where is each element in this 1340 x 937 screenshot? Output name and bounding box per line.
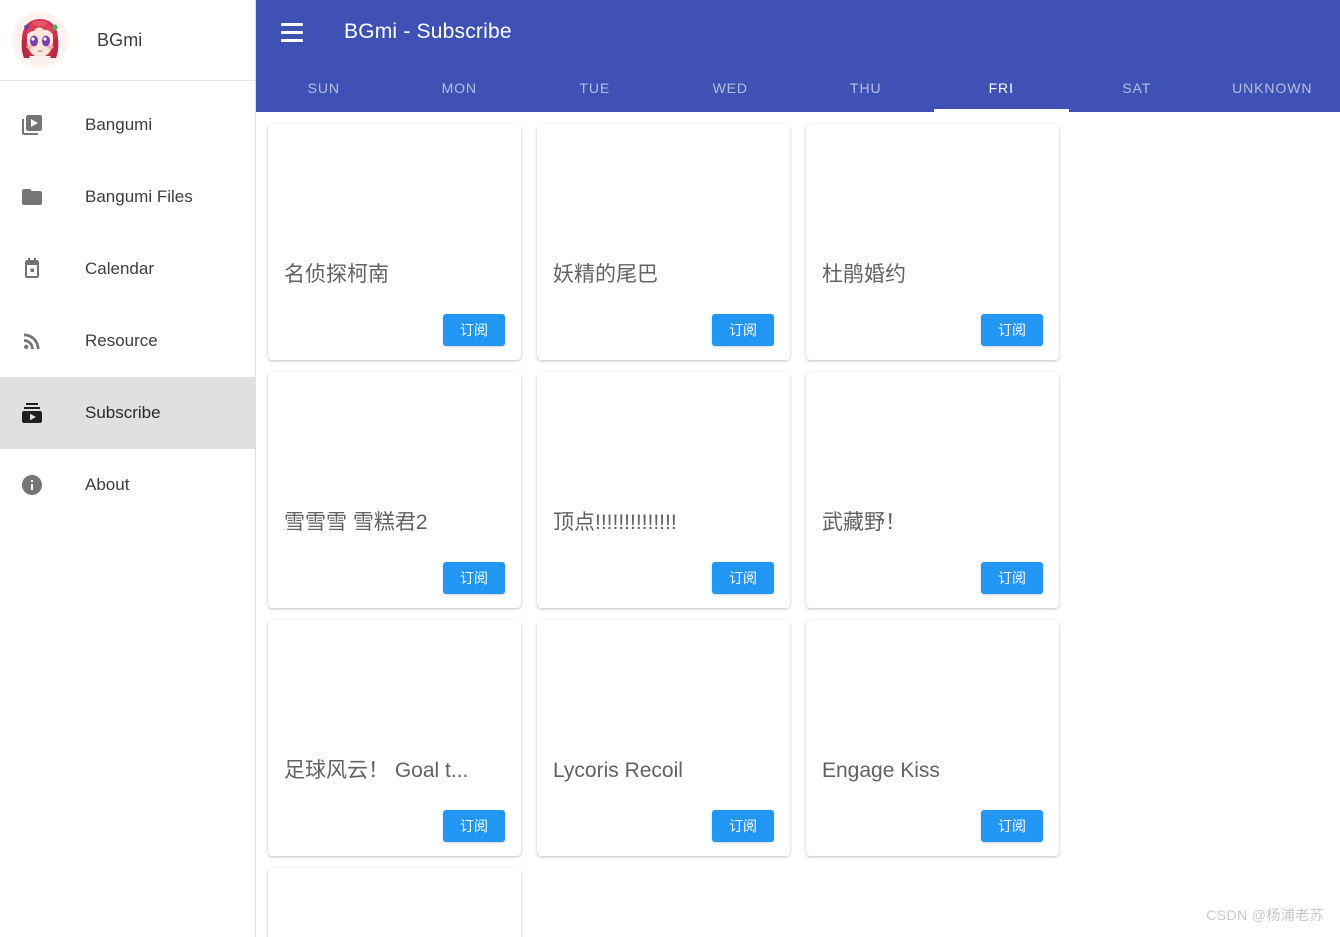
bangumi-card[interactable]: 足球风云！ Goal t... 订阅 <box>268 620 521 856</box>
subscribe-button[interactable]: 订阅 <box>712 810 774 842</box>
bangumi-title: 名侦探柯南 <box>284 262 389 286</box>
page-title: BGmi - Subscribe <box>344 20 512 43</box>
card-actions: 订阅 <box>284 810 505 842</box>
bangumi-title: 杜鹃婚约 <box>822 262 906 286</box>
sidebar-brand: BGmi <box>0 0 255 81</box>
bangumi-card[interactable]: 雪雪雪 雪糕君2 订阅 <box>268 372 521 608</box>
appbar: BGmi - Subscribe SUN MON TUE WED THU FRI… <box>256 0 1340 112</box>
card-actions: 订阅 <box>822 810 1043 842</box>
tab-fri[interactable]: FRI <box>933 64 1070 112</box>
avatar <box>12 12 68 68</box>
app-root: BGmi Bangumi Bangumi Files Calendar Reso… <box>0 0 1340 937</box>
bangumi-title: 妖精的尾巴 <box>553 262 658 286</box>
calendar-icon <box>12 249 52 289</box>
sidebar-item-label: About <box>85 475 130 494</box>
sidebar-item-subscribe[interactable]: Subscribe <box>0 377 255 449</box>
rss-icon <box>12 321 52 361</box>
card-actions: 订阅 <box>822 314 1043 346</box>
bangumi-card-grid: 名侦探柯南 订阅 妖精的尾巴 订阅 杜鹃婚约 订阅 雪雪雪 雪糕君2 订阅 顶点… <box>268 124 1340 937</box>
bangumi-card[interactable]: 传颂之物 二人的白... 订阅 <box>268 868 521 937</box>
tab-unknown[interactable]: UNKNOWN <box>1205 64 1340 112</box>
appbar-top: BGmi - Subscribe <box>256 0 1340 64</box>
bangumi-card[interactable]: Lycoris Recoil 订阅 <box>537 620 790 856</box>
brand-title: BGmi <box>97 29 143 50</box>
tab-tue[interactable]: TUE <box>527 64 663 112</box>
bangumi-title: 武藏野！ <box>822 510 906 534</box>
card-actions: 订阅 <box>553 562 774 594</box>
card-actions: 订阅 <box>284 314 505 346</box>
tab-thu[interactable]: THU <box>798 64 934 112</box>
anime-avatar-icon <box>12 12 68 68</box>
bangumi-card[interactable]: Engage Kiss 订阅 <box>806 620 1059 856</box>
bangumi-card[interactable]: 顶点!!!!!!!!!!!!!! 订阅 <box>537 372 790 608</box>
bangumi-title: 雪雪雪 雪糕君2 <box>284 510 428 534</box>
watermark: CSDN @杨浦老苏 <box>1206 907 1324 923</box>
subscriptions-icon <box>12 393 52 433</box>
tab-sun[interactable]: SUN <box>256 64 392 112</box>
bangumi-title: 顶点!!!!!!!!!!!!!! <box>553 510 677 534</box>
subscribe-button[interactable]: 订阅 <box>981 562 1043 594</box>
bangumi-card[interactable]: 名侦探柯南 订阅 <box>268 124 521 360</box>
bangumi-title: Lycoris Recoil <box>553 758 683 782</box>
sidebar-item-resource[interactable]: Resource <box>0 305 255 377</box>
tab-wed[interactable]: WED <box>663 64 799 112</box>
video-library-icon <box>12 105 52 145</box>
card-actions: 订阅 <box>553 810 774 842</box>
sidebar-item-calendar[interactable]: Calendar <box>0 233 255 305</box>
bangumi-title: 足球风云！ Goal t... <box>284 758 469 782</box>
weekday-tabs: SUN MON TUE WED THU FRI SAT UNKNOWN <box>256 64 1340 112</box>
bangumi-cards-area: 名侦探柯南 订阅 妖精的尾巴 订阅 杜鹃婚约 订阅 雪雪雪 雪糕君2 订阅 顶点… <box>256 112 1340 937</box>
sidebar-item-label: Calendar <box>85 259 154 278</box>
tab-mon[interactable]: MON <box>392 64 528 112</box>
sidebar-item-label: Resource <box>85 331 158 350</box>
sidebar-item-bangumi-files[interactable]: Bangumi Files <box>0 161 255 233</box>
subscribe-button[interactable]: 订阅 <box>981 314 1043 346</box>
main-content: BGmi - Subscribe SUN MON TUE WED THU FRI… <box>256 0 1340 937</box>
tab-sat[interactable]: SAT <box>1069 64 1205 112</box>
sidebar-item-bangumi[interactable]: Bangumi <box>0 89 255 161</box>
hamburger-icon[interactable] <box>272 12 312 52</box>
sidebar-item-label: Bangumi Files <box>85 187 193 206</box>
bangumi-card[interactable]: 杜鹃婚约 订阅 <box>806 124 1059 360</box>
info-icon <box>12 465 52 505</box>
sidebar-item-label: Bangumi <box>85 115 153 134</box>
subscribe-button[interactable]: 订阅 <box>712 314 774 346</box>
subscribe-button[interactable]: 订阅 <box>981 810 1043 842</box>
sidebar-item-about[interactable]: About <box>0 449 255 521</box>
card-actions: 订阅 <box>553 314 774 346</box>
sidebar-nav: Bangumi Bangumi Files Calendar Resource … <box>0 81 255 521</box>
bangumi-card[interactable]: 妖精的尾巴 订阅 <box>537 124 790 360</box>
card-actions: 订阅 <box>822 562 1043 594</box>
subscribe-button[interactable]: 订阅 <box>443 314 505 346</box>
subscribe-button[interactable]: 订阅 <box>712 562 774 594</box>
bangumi-title: Engage Kiss <box>822 758 940 782</box>
subscribe-button[interactable]: 订阅 <box>443 562 505 594</box>
card-actions: 订阅 <box>284 562 505 594</box>
folder-icon <box>12 177 52 217</box>
sidebar: BGmi Bangumi Bangumi Files Calendar Reso… <box>0 0 256 937</box>
subscribe-button[interactable]: 订阅 <box>443 810 505 842</box>
bangumi-card[interactable]: 武藏野！ 订阅 <box>806 372 1059 608</box>
sidebar-item-label: Subscribe <box>85 403 161 422</box>
